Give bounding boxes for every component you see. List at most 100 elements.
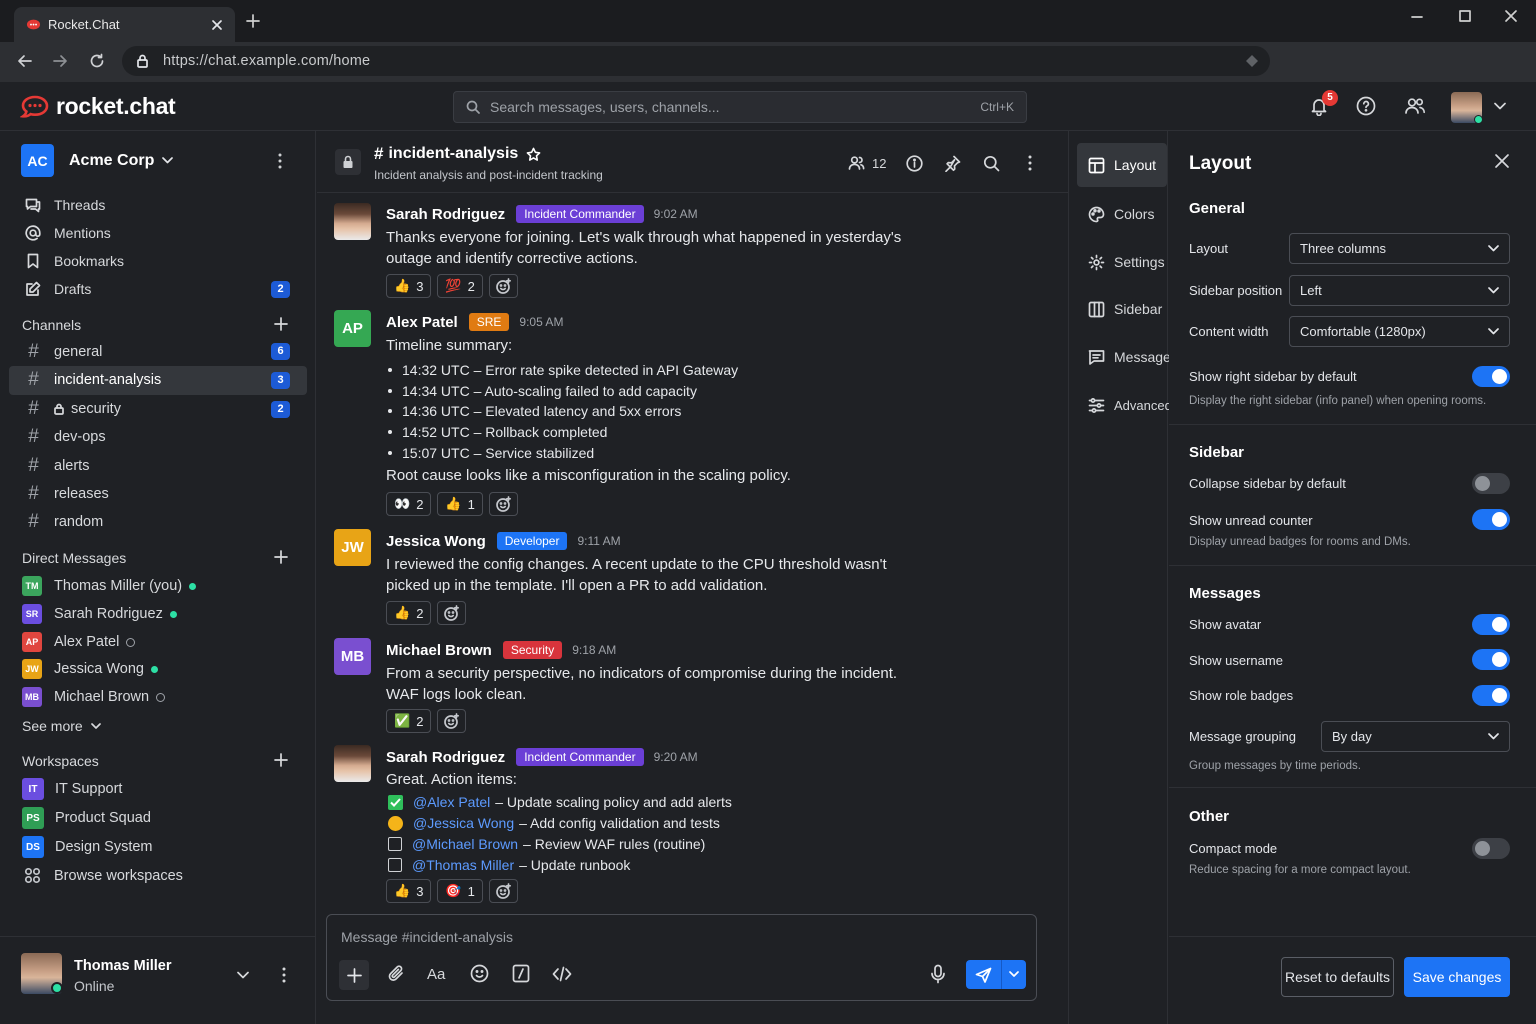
- message-username[interactable]: Sarah Rodriguez: [386, 206, 505, 223]
- minimize-window-icon[interactable]: [1410, 9, 1424, 23]
- save-changes-button[interactable]: Save changes: [1404, 957, 1510, 997]
- user-kebab-menu-icon[interactable]: [282, 967, 286, 983]
- settings-nav-sidebar[interactable]: Sidebar: [1077, 287, 1167, 331]
- workspace-switcher[interactable]: AC Acme Corp: [21, 144, 174, 177]
- show-role-badges-toggle[interactable]: [1472, 685, 1510, 706]
- room-members-button[interactable]: 12: [848, 155, 886, 171]
- show-unread-counter-toggle[interactable]: [1472, 509, 1510, 530]
- user-mention[interactable]: @Alex Patel: [413, 794, 490, 810]
- message-avatar[interactable]: AP: [334, 310, 371, 347]
- reaction-target[interactable]: 🎯 1: [437, 879, 483, 903]
- room-info-icon[interactable]: [906, 155, 923, 172]
- reset-to-defaults-button[interactable]: Reset to defaults: [1281, 957, 1394, 997]
- reaction-thumbs-up[interactable]: 👍 1: [437, 492, 483, 516]
- help-icon[interactable]: [1356, 96, 1376, 116]
- user-mention[interactable]: @Thomas Miller: [412, 857, 514, 873]
- compact-mode-toggle[interactable]: [1472, 838, 1510, 859]
- reaction-thumbs-up[interactable]: 👍 3: [386, 274, 432, 298]
- reload-icon[interactable]: [88, 52, 106, 70]
- send-button[interactable]: [966, 960, 1026, 989]
- sidebar-channel-random[interactable]: # random: [24, 511, 103, 533]
- settings-nav-settings[interactable]: Settings: [1077, 240, 1167, 284]
- chevron-down-icon[interactable]: [1494, 102, 1506, 110]
- sidebar-channel-dev-ops[interactable]: # dev-ops: [24, 426, 105, 448]
- sidebar-dm-thomas-miller[interactable]: TM Thomas Miller (you): [22, 576, 197, 596]
- sidebar-workspace-product-squad[interactable]: PS Product Squad: [22, 807, 151, 829]
- message-username[interactable]: Alex Patel: [386, 314, 458, 331]
- sidebar-item-mentions[interactable]: Mentions: [24, 224, 111, 242]
- layout-select[interactable]: Three columns: [1289, 233, 1510, 264]
- message-username[interactable]: Jessica Wong: [386, 533, 486, 550]
- browse-workspaces[interactable]: Browse workspaces: [24, 867, 183, 884]
- new-tab-icon[interactable]: [246, 14, 260, 28]
- sidebar-channel-incident-analysis[interactable]: # incident-analysis: [24, 369, 161, 391]
- message-grouping-select[interactable]: By day: [1321, 721, 1510, 752]
- browser-tab[interactable]: Rocket.Chat: [14, 7, 235, 42]
- collapse-sidebar-toggle[interactable]: [1472, 473, 1510, 494]
- pinned-messages-icon[interactable]: [944, 155, 961, 172]
- settings-nav-colors[interactable]: Colors: [1077, 192, 1167, 236]
- composer-add-button[interactable]: [339, 960, 369, 990]
- back-arrow-icon[interactable]: [16, 52, 34, 70]
- show-avatar-toggle[interactable]: [1472, 614, 1510, 635]
- sidebar-dm-michael-brown[interactable]: MB Michael Brown: [22, 687, 166, 707]
- extension-icon[interactable]: [1246, 55, 1258, 67]
- add-reaction-button[interactable]: [488, 274, 518, 298]
- show-right-sidebar-toggle[interactable]: [1472, 366, 1510, 387]
- add-reaction-button[interactable]: [488, 492, 518, 516]
- favorite-star-icon[interactable]: [526, 147, 541, 162]
- slash-command-icon[interactable]: [512, 964, 530, 983]
- message-composer[interactable]: Message #incident-analysis: [326, 914, 1037, 1001]
- sidebar-channel-security[interactable]: # security: [24, 398, 121, 420]
- add-channel-plus-icon[interactable]: [274, 317, 288, 331]
- text-format-button[interactable]: Aa: [427, 966, 445, 983]
- add-reaction-button[interactable]: [488, 879, 518, 903]
- sidebar-workspace-it-support[interactable]: IT IT Support: [22, 778, 122, 800]
- reaction-thumbs-up[interactable]: 👍 2: [386, 601, 432, 625]
- sidebar-item-bookmarks[interactable]: Bookmarks: [24, 252, 124, 270]
- sidebar-dm-sarah-rodriguez[interactable]: SR Sarah Rodriguez: [22, 604, 177, 624]
- code-block-icon[interactable]: [552, 966, 572, 982]
- show-username-toggle[interactable]: [1472, 649, 1510, 670]
- message-username[interactable]: Michael Brown: [386, 642, 492, 659]
- settings-nav-message[interactable]: Message: [1077, 335, 1171, 379]
- address-bar[interactable]: https://chat.example.com/home: [122, 46, 1270, 76]
- add-dm-plus-icon[interactable]: [274, 550, 288, 564]
- unchecked-checkbox-icon[interactable]: [388, 858, 402, 872]
- content-width-select[interactable]: Comfortable (1280px): [1289, 316, 1510, 347]
- workspace-kebab-menu-icon[interactable]: [278, 153, 282, 169]
- message-avatar[interactable]: [334, 203, 371, 240]
- global-search-input[interactable]: Search messages, users, channels... Ctrl…: [453, 91, 1027, 123]
- in-progress-circle-icon[interactable]: [388, 815, 403, 831]
- user-mention[interactable]: @Jessica Wong: [413, 815, 514, 831]
- user-mention[interactable]: @Michael Brown: [412, 836, 518, 852]
- close-tab-icon[interactable]: [211, 19, 223, 31]
- rocketchat-logo[interactable]: rocket.chat: [20, 93, 176, 120]
- sidebar-position-select[interactable]: Left: [1289, 275, 1510, 306]
- close-panel-icon[interactable]: [1494, 153, 1510, 169]
- reaction-eyes[interactable]: 👀 2: [386, 492, 432, 516]
- sidebar-channel-releases[interactable]: # releases: [24, 483, 109, 505]
- room-search-icon[interactable]: [983, 155, 1000, 172]
- sidebar-workspace-design-system[interactable]: DS Design System: [22, 836, 153, 858]
- add-workspace-plus-icon[interactable]: [274, 753, 288, 767]
- sidebar-item-drafts[interactable]: Drafts: [24, 280, 91, 298]
- maximize-window-icon[interactable]: [1458, 9, 1472, 23]
- reaction-hundred[interactable]: 💯 2: [437, 274, 483, 298]
- close-window-icon[interactable]: [1504, 9, 1518, 23]
- settings-nav-advanced[interactable]: Advanced: [1077, 383, 1172, 427]
- sidebar-dm-jessica-wong[interactable]: JW Jessica Wong: [22, 659, 158, 679]
- microphone-icon[interactable]: [929, 964, 947, 984]
- attachment-paperclip-icon[interactable]: [387, 964, 405, 983]
- reaction-thumbs-up[interactable]: 👍 3: [386, 879, 432, 903]
- checked-checkbox-icon[interactable]: [388, 794, 403, 810]
- sidebar-item-threads[interactable]: Threads: [24, 196, 105, 214]
- add-reaction-button[interactable]: [437, 709, 467, 733]
- send-options-chevron-icon[interactable]: [1002, 971, 1026, 978]
- directory-users-icon[interactable]: [1404, 96, 1426, 116]
- sidebar-channel-alerts[interactable]: # alerts: [24, 455, 89, 477]
- message-username[interactable]: Sarah Rodriguez: [386, 749, 505, 766]
- room-kebab-menu-icon[interactable]: [1028, 155, 1032, 171]
- unchecked-checkbox-icon[interactable]: [388, 837, 402, 851]
- reaction-check[interactable]: ✅ 2: [386, 709, 432, 733]
